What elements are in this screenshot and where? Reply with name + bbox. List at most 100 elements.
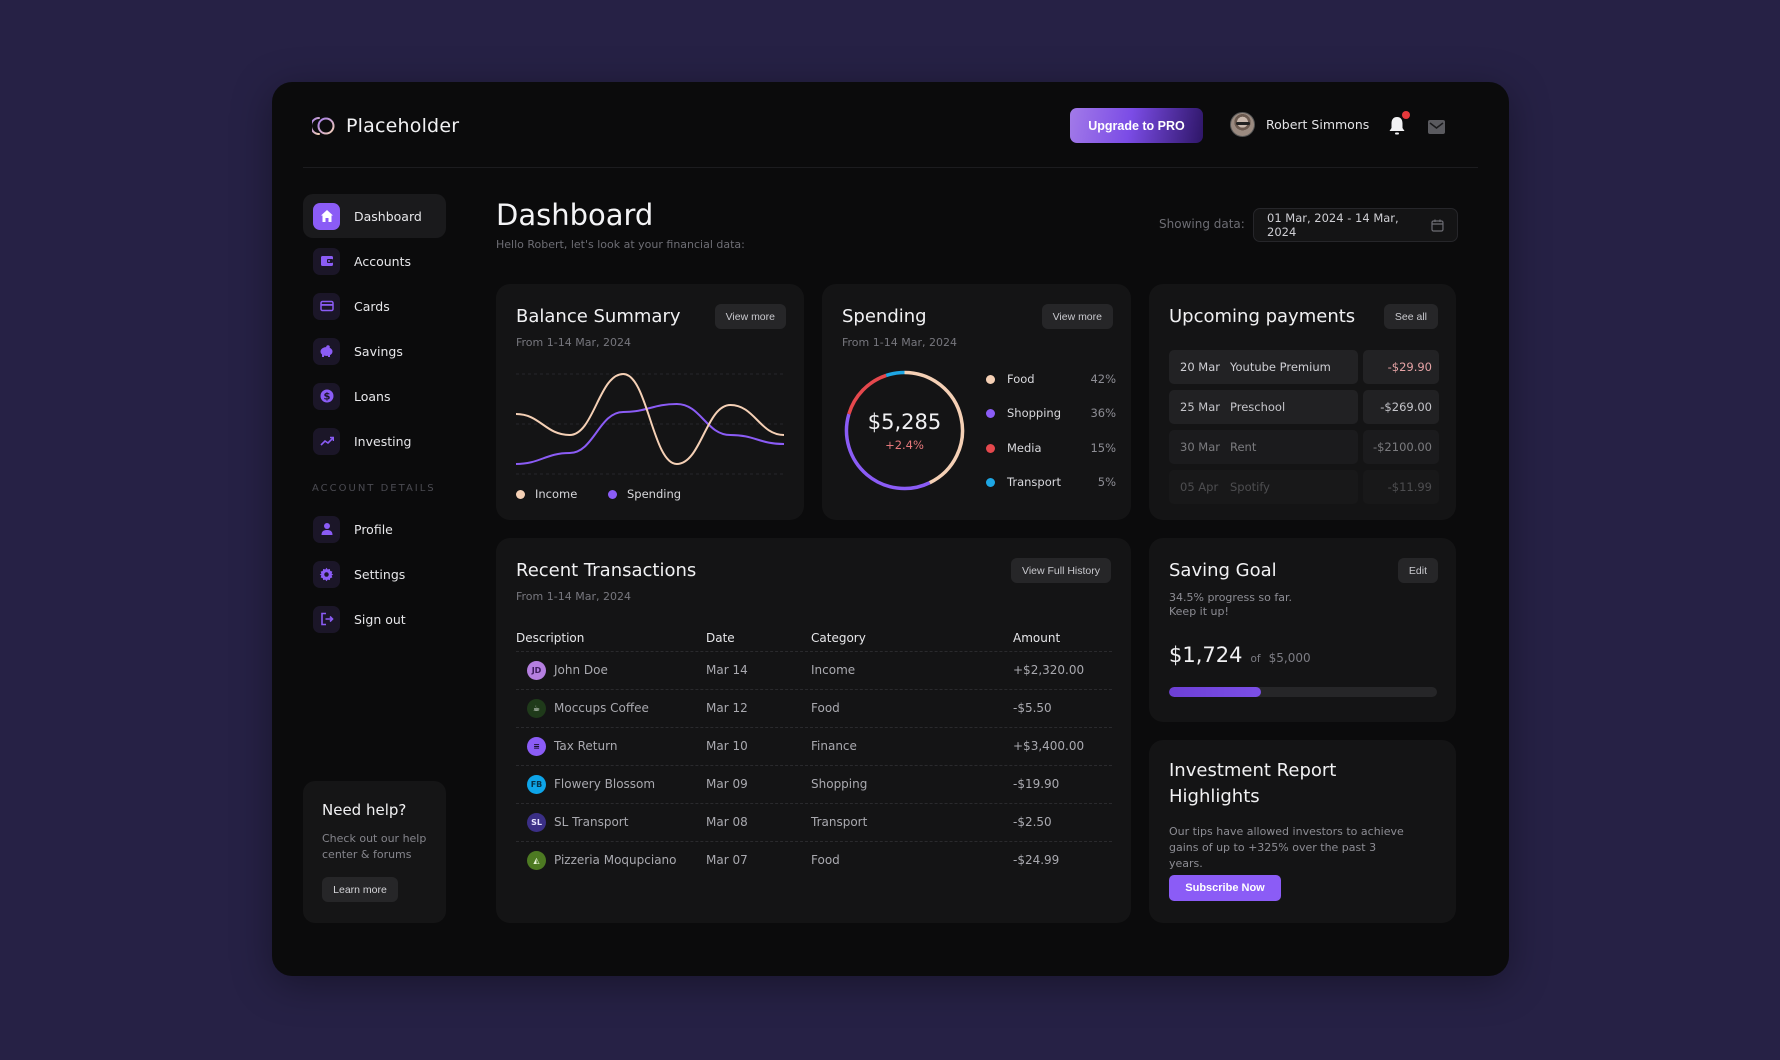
investment-text: Our tips have allowed investors to achie… [1169,825,1404,870]
legend-income: Income [516,487,577,501]
avatar [1230,112,1255,137]
category-label: Transport [1007,475,1061,489]
transaction-amount: -$5.50 [1013,701,1052,715]
transaction-description: Flowery Blossom [554,777,656,791]
sidebar-item-settings[interactable]: Settings [303,552,446,596]
category-label: Shopping [1007,406,1062,420]
wallet-icon [313,247,340,275]
sidebar-item-dashboard[interactable]: Dashboard [303,194,446,238]
sidebar-item-label: Cards [354,298,390,314]
card-subtitle: From 1-14 Mar, 2024 [516,590,631,603]
calendar-icon [1431,219,1444,232]
page-subtitle: Hello Robert, let's look at your financi… [496,238,745,251]
legend-label: Spending [627,487,682,501]
transaction-description: John Doe [554,663,608,677]
upgrade-button[interactable]: Upgrade to PRO [1070,108,1203,143]
payment-name: Spotify [1230,480,1270,494]
card-title: Saving Goal [1169,560,1277,581]
payment-row[interactable]: 25 Mar Preschool -$269.00 [1169,390,1439,424]
goal-of: of [1250,653,1261,665]
transaction-amount: +$2,320.00 [1013,663,1085,677]
user-menu[interactable]: Robert Simmons [1230,112,1369,137]
svg-text:$: $ [323,392,330,403]
spending-view-more-button[interactable]: View more [1041,304,1113,329]
table-row[interactable]: SL SL Transport Mar 08 Transport -$2.50 [516,803,1112,841]
card-subtitle: From 1-14 Mar, 2024 [842,336,957,349]
spending-legend-transport: Transport 5% [986,475,1116,489]
transaction-date: Mar 14 [706,663,748,677]
spending-legend-dot [608,489,617,499]
transaction-description: Pizzeria Moqupciano [554,853,677,867]
transaction-avatar-icon: FB [527,775,546,794]
goal-target: $5,000 [1268,651,1311,665]
category-pct: 42% [1090,372,1116,386]
sidebar-item-label: Savings [354,343,403,359]
payment-name: Youtube Premium [1230,360,1331,374]
category-pct: 15% [1090,441,1116,455]
date-range-value: 01 Mar, 2024 - 14 Mar, 2024 [1267,211,1399,239]
subscribe-now-button[interactable]: Subscribe Now [1169,875,1281,901]
balance-view-more-button[interactable]: View more [714,304,786,329]
brand-logo[interactable]: Placeholder [312,115,459,137]
home-icon [313,202,340,230]
table-row[interactable]: JD John Doe Mar 14 Income +$2,320.00 [516,651,1112,689]
edit-goal-button[interactable]: Edit [1397,558,1438,583]
card-title: Spending [842,306,927,327]
category-label: Media [1007,441,1042,455]
sidebar-item-label: Sign out [354,611,406,627]
income-line [516,372,784,466]
view-full-history-button[interactable]: View Full History [1011,558,1111,583]
transaction-date: Mar 10 [706,739,748,753]
payment-row[interactable]: 05 Apr Spotify -$11.99 [1169,470,1439,504]
payment-row[interactable]: 30 Mar Rent -$2100.00 [1169,430,1439,464]
sidebar-item-label: Settings [354,566,406,582]
spending-line [516,402,784,465]
payment-name: Preschool [1230,400,1286,414]
user-icon [313,515,340,543]
table-row[interactable]: ☕ Moccups Coffee Mar 12 Food -$5.50 [516,689,1112,727]
shopping-dot [986,408,995,418]
transaction-amount: -$24.99 [1013,853,1060,867]
date-range-picker[interactable]: 01 Mar, 2024 - 14 Mar, 2024 [1253,208,1458,242]
payment-amount-value: -$29.90 [1387,360,1432,374]
page-title: Dashboard [496,198,654,232]
table-row[interactable]: ◭ Pizzeria Moqupciano Mar 07 Food -$24.99 [516,841,1112,879]
spending-legend-media: Media 15% [986,441,1116,455]
upcoming-payments-card: Upcoming payments See all 20 Mar Youtube … [1149,284,1456,520]
help-card: Need help? Check out our help center & f… [303,781,446,923]
sidebar-item-accounts[interactable]: Accounts [303,239,446,283]
spending-change: +2.4% [885,437,924,452]
sidebar-item-cards[interactable]: Cards [303,284,446,328]
transaction-amount: +$3,400.00 [1013,739,1085,753]
trending-up-icon [313,427,340,455]
transaction-avatar-icon: ≡ [527,737,546,756]
sidebar-item-loans[interactable]: $ Loans [303,374,446,418]
sidebar-item-profile[interactable]: Profile [303,507,446,551]
payment-info: 25 Mar Preschool [1169,390,1358,424]
column-header-amount: Amount [1013,631,1061,645]
transaction-date: Mar 07 [706,853,748,867]
goal-current: $1,724 [1169,643,1243,667]
payment-name: Rent [1230,440,1257,454]
payment-row[interactable]: 20 Mar Youtube Premium -$29.90 [1169,350,1439,384]
header-divider [303,167,1478,168]
sidebar-item-savings[interactable]: Savings [303,329,446,373]
see-all-button[interactable]: See all [1383,304,1438,329]
learn-more-button[interactable]: Learn more [322,877,398,902]
category-label: Food [1007,372,1035,386]
column-header-description: Description [516,631,585,645]
notifications-button[interactable] [1388,111,1410,136]
transaction-category: Transport [811,815,868,829]
table-row[interactable]: ≡ Tax Return Mar 10 Finance +$3,400.00 [516,727,1112,765]
payment-amount-value: -$2100.00 [1372,440,1432,454]
card-subtitle: From 1-14 Mar, 2024 [516,336,631,349]
messages-button[interactable] [1428,119,1445,134]
payment-date: 05 Apr [1180,480,1219,494]
sidebar-item-sign-out[interactable]: Sign out [303,597,446,641]
help-text: Check out our help center & forums [322,832,427,861]
sidebar-item-investing[interactable]: Investing [303,419,446,463]
transaction-avatar-icon: SL [527,813,546,832]
payment-date: 30 Mar [1180,440,1220,454]
transaction-category: Food [811,853,840,867]
table-row[interactable]: FB Flowery Blossom Mar 09 Shopping -$19.90 [516,765,1112,803]
